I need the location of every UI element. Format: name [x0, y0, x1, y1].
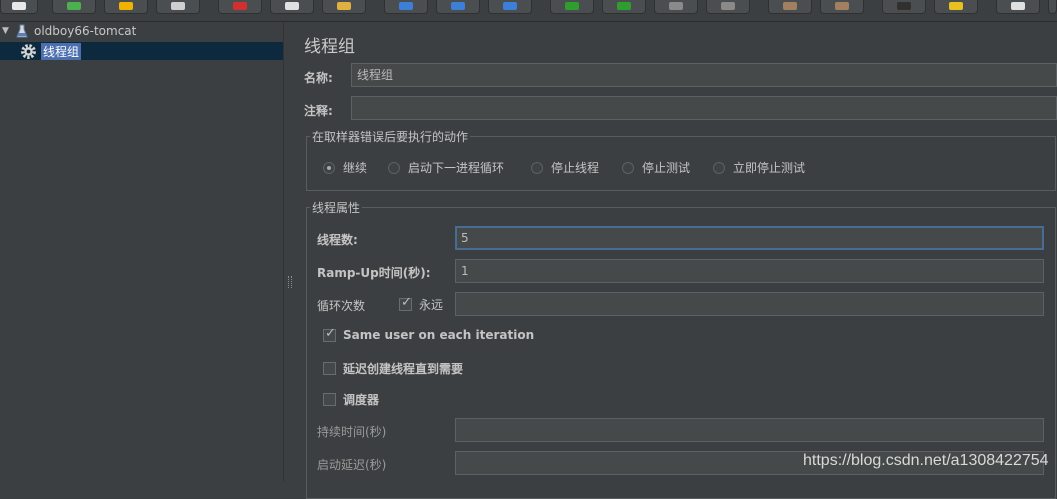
duration-field[interactable] [455, 418, 1044, 442]
start-icon [565, 2, 579, 10]
page-title: 线程组 [304, 37, 355, 57]
radio-button[interactable] [531, 161, 543, 174]
function-helper-icon [1011, 2, 1025, 10]
toolbar [0, 0, 1057, 22]
clear-all-icon [835, 2, 849, 10]
thread-properties-legend: 线程属性 [312, 201, 361, 215]
threads-field[interactable]: 5 [455, 226, 1044, 250]
comment-label: 注释: [304, 104, 333, 118]
templates-button[interactable] [52, 0, 96, 14]
radio-button[interactable] [713, 161, 725, 174]
rampup-field[interactable]: 1 [455, 259, 1044, 283]
copy-icon [285, 2, 299, 10]
radio-label: 停止线程 [551, 161, 600, 175]
paste-icon [337, 2, 351, 10]
clear-all-button[interactable] [820, 0, 864, 14]
stop-button[interactable] [654, 0, 698, 14]
radio-label: 立即停止测试 [733, 161, 806, 175]
scheduler-option[interactable]: 调度器 [323, 391, 379, 408]
tree-node-thread-group[interactable]: 线程组 [0, 42, 283, 60]
start-button[interactable] [550, 0, 594, 14]
thread-group-panel: 线程组 名称: 线程组 注释: 在取样器错误后要执行的动作 继续 启动下一进程循… [295, 22, 1057, 499]
help-button[interactable] [1048, 0, 1057, 14]
radio-button[interactable] [323, 161, 335, 174]
tree-child-label: 线程组 [41, 42, 82, 60]
test-plan-icon [16, 24, 28, 38]
cut-button[interactable] [218, 0, 262, 14]
comment-field[interactable] [351, 96, 1057, 120]
radio-stop-thread[interactable]: 停止线程 [531, 159, 599, 176]
scheduler-checkbox[interactable] [323, 393, 336, 406]
error-action-legend: 在取样器错误后要执行的动作 [312, 130, 469, 144]
same-user-option[interactable]: Same user on each iteration [323, 326, 535, 342]
name-label: 名称: [304, 71, 333, 85]
forever-checkbox[interactable] [399, 295, 412, 311]
tree-root-label: oldboy66-tomcat [34, 24, 137, 38]
forever-checkbox-option[interactable]: 永远 [399, 295, 444, 313]
toggle-button[interactable] [488, 0, 532, 14]
name-field[interactable]: 线程组 [351, 63, 1057, 87]
radio-continue[interactable]: 继续 [323, 159, 367, 176]
scheduler-label: 调度器 [343, 393, 380, 407]
forever-label: 永远 [419, 298, 444, 312]
tree-node-test-plan[interactable]: ▼ oldboy66-tomcat [0, 22, 283, 40]
same-user-label: Same user on each iteration [343, 328, 535, 342]
collapse-button[interactable] [436, 0, 480, 14]
gear-icon [21, 43, 36, 59]
same-user-checkbox[interactable] [323, 326, 336, 342]
startup-delay-label: 启动延迟(秒) [317, 458, 387, 472]
radio-button[interactable] [622, 161, 634, 174]
reset-search-button[interactable] [934, 0, 978, 14]
delay-thread-creation-checkbox[interactable] [323, 362, 336, 375]
grip-icon [288, 276, 292, 288]
start-no-pauses-icon [617, 2, 631, 10]
save-icon [171, 2, 185, 10]
search-button[interactable] [882, 0, 926, 14]
radio-label: 停止测试 [642, 161, 691, 175]
clear-icon [783, 2, 797, 10]
duration-label: 持续时间(秒) [317, 425, 387, 439]
open-button[interactable] [104, 0, 148, 14]
save-button[interactable] [156, 0, 200, 14]
stop-icon [669, 2, 683, 10]
new-icon [12, 2, 26, 10]
radio-stop-test-now[interactable]: 立即停止测试 [713, 159, 805, 176]
open-icon [119, 2, 133, 10]
start-no-pauses-button[interactable] [602, 0, 646, 14]
loop-count-field[interactable] [455, 292, 1044, 316]
rampup-label: Ramp-Up时间(秒): [317, 266, 431, 280]
expand-button[interactable] [384, 0, 428, 14]
radio-stop-test[interactable]: 停止测试 [622, 159, 690, 176]
radio-label: 启动下一进程循环 [408, 161, 505, 175]
function-helper-button[interactable] [996, 0, 1040, 14]
search-icon [897, 2, 911, 10]
test-plan-tree: ▼ oldboy66-tomcat 线程组 [0, 22, 283, 481]
delay-thread-creation-label: 延迟创建线程直到需要 [343, 362, 464, 376]
cut-icon [233, 2, 247, 10]
expand-icon [399, 2, 413, 10]
radio-start-next-loop[interactable]: 启动下一进程循环 [388, 159, 504, 176]
collapse-icon [451, 2, 465, 10]
templates-icon [67, 2, 81, 10]
radio-label: 继续 [343, 161, 368, 175]
radio-button[interactable] [388, 161, 400, 174]
loop-count-label: 循环次数 [317, 299, 366, 313]
shutdown-button[interactable] [706, 0, 750, 14]
delay-thread-creation-option[interactable]: 延迟创建线程直到需要 [323, 360, 463, 377]
expand-arrow-icon[interactable]: ▼ [2, 26, 12, 36]
new-button[interactable] [0, 0, 38, 14]
copy-button[interactable] [270, 0, 314, 14]
toggle-icon [503, 2, 517, 10]
reset-search-icon [949, 2, 963, 10]
paste-button[interactable] [322, 0, 366, 14]
split-pane-divider[interactable] [283, 22, 295, 481]
shutdown-icon [721, 2, 735, 10]
watermark-text: https://blog.csdn.net/a1308422754 [803, 452, 1049, 469]
clear-button[interactable] [768, 0, 812, 14]
threads-label: 线程数: [317, 233, 358, 247]
